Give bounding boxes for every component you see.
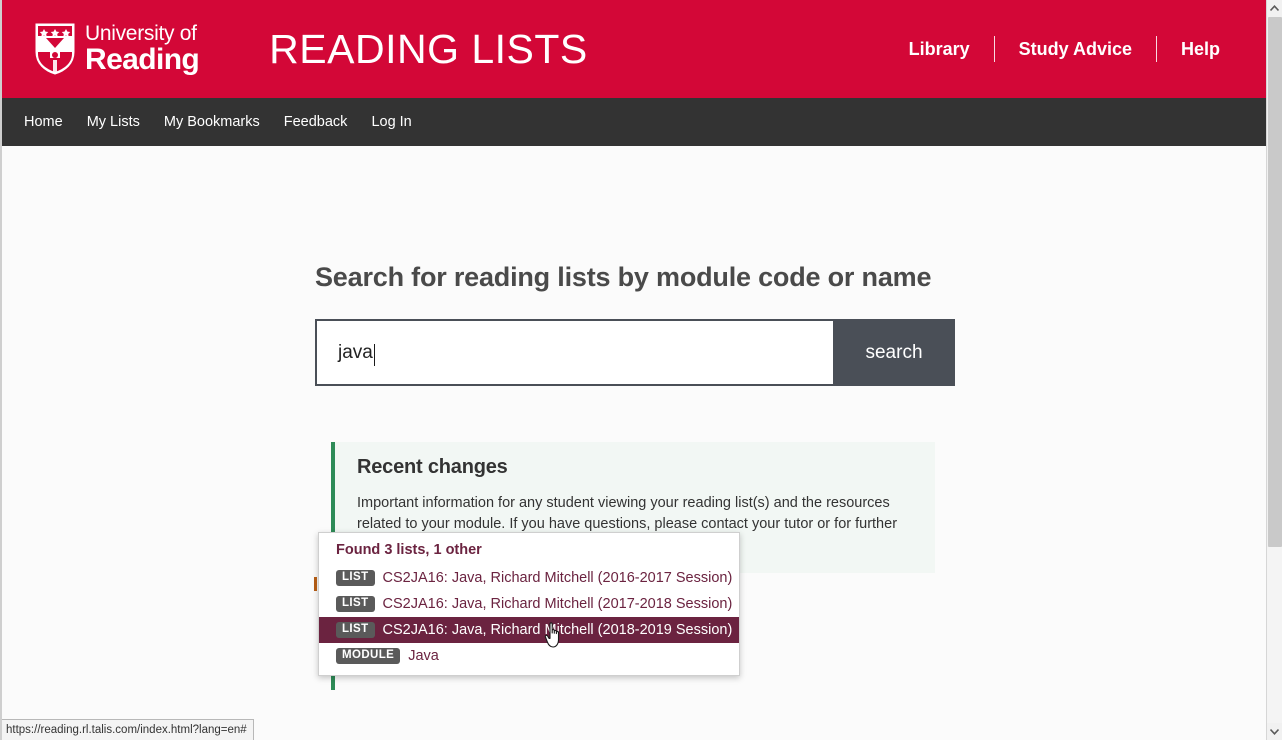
list-badge: LIST: [336, 569, 375, 587]
nav-item-my-bookmarks[interactable]: My Bookmarks: [152, 114, 272, 130]
search-section: Search for reading lists by module code …: [315, 262, 955, 386]
autocomplete-marker-icon: [314, 577, 317, 591]
scroll-up-arrow-icon[interactable]: [1267, 0, 1282, 17]
autocomplete-option-list-2017[interactable]: LIST CS2JA16: Java, Richard Mitchell (20…: [319, 591, 739, 617]
list-badge: LIST: [336, 621, 375, 639]
autocomplete-option-label: Java: [408, 648, 439, 664]
logo-line-2: Reading: [85, 43, 200, 76]
primary-navbar: Home My Lists My Bookmarks Feedback Log …: [2, 98, 1266, 146]
page-viewport: University of Reading READING LISTS Libr…: [0, 0, 1266, 740]
search-autocomplete-dropdown: Found 3 lists, 1 other LIST CS2JA16: Jav…: [314, 532, 740, 676]
search-bar: java search: [315, 319, 955, 386]
viewport-left-edge: [0, 0, 2, 740]
university-logo[interactable]: University of Reading: [34, 20, 200, 78]
module-badge: MODULE: [336, 647, 401, 665]
search-input[interactable]: java: [315, 319, 833, 386]
autocomplete-option-list-2016[interactable]: LIST CS2JA16: Java, Richard Mitchell (20…: [319, 565, 739, 591]
autocomplete-option-label: CS2JA16: Java, Richard Mitchell (2016-20…: [382, 570, 733, 586]
notice-heading: Recent changes: [357, 456, 508, 478]
masthead-link-library[interactable]: Library: [885, 39, 994, 60]
masthead-separator: [993, 36, 995, 62]
nav-item-feedback[interactable]: Feedback: [272, 114, 360, 130]
university-logo-text: University of Reading: [85, 22, 200, 76]
site-title: READING LISTS: [269, 25, 588, 72]
main-content: Recent changes Important information for…: [2, 146, 1266, 740]
page-title: Search for reading lists by module code …: [315, 262, 932, 292]
browser-status-bar: https://reading.rl.talis.com/index.html?…: [0, 719, 254, 740]
scrollbar-track[interactable]: [1267, 547, 1282, 723]
text-caret: [373, 343, 375, 366]
autocomplete-option-label: CS2JA16: Java, Richard Mitchell (2017-20…: [382, 596, 733, 612]
nav-item-log-in[interactable]: Log In: [359, 114, 423, 130]
search-button[interactable]: search: [833, 319, 955, 386]
browser-window: University of Reading READING LISTS Libr…: [0, 0, 1282, 740]
site-masthead: University of Reading READING LISTS Libr…: [2, 0, 1266, 98]
scrollbar-thumb[interactable]: [1268, 17, 1282, 547]
masthead-separator: [1155, 36, 1157, 62]
autocomplete-option-module-java[interactable]: MODULE Java: [319, 643, 739, 669]
autocomplete-results-count: Found 3 lists, 1 other: [336, 542, 482, 558]
autocomplete-option-label: CS2JA16: Java, Richard Mitchell (2018-20…: [382, 622, 733, 638]
page-scrollbar[interactable]: [1266, 0, 1282, 740]
masthead-link-study-advice[interactable]: Study Advice: [995, 39, 1156, 60]
list-badge: LIST: [336, 595, 375, 613]
logo-line-1: University of: [85, 22, 197, 45]
masthead-links: Library Study Advice Help: [885, 36, 1244, 62]
scroll-down-arrow-icon[interactable]: [1267, 723, 1282, 740]
autocomplete-option-list-2018[interactable]: LIST CS2JA16: Java, Richard Mitchell (20…: [319, 617, 739, 643]
nav-item-my-lists[interactable]: My Lists: [75, 114, 152, 130]
masthead-link-help[interactable]: Help: [1157, 39, 1244, 60]
university-crest-icon: [35, 23, 75, 75]
status-bar-url: https://reading.rl.talis.com/index.html?…: [6, 724, 247, 736]
nav-item-home[interactable]: Home: [12, 114, 75, 130]
search-input-value: java: [338, 341, 373, 363]
